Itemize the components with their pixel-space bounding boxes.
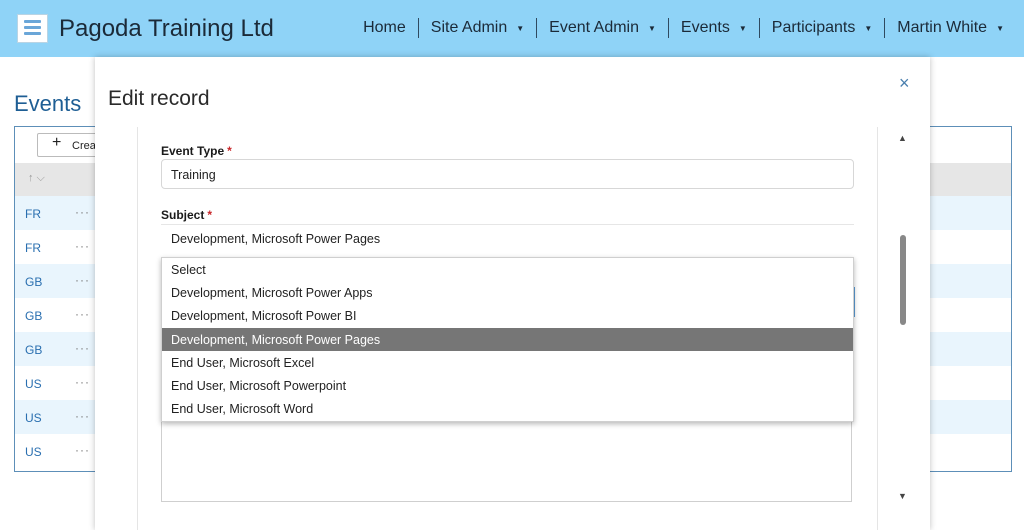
- country-code[interactable]: GB: [25, 343, 42, 357]
- edit-record-dialog: Edit record × ▲ ▼ Event Type * Training S…: [95, 57, 930, 530]
- caret-down-icon: ▼: [864, 23, 873, 33]
- dropdown-option[interactable]: End User, Microsoft Excel: [162, 351, 853, 374]
- more-options-icon[interactable]: ···: [75, 443, 90, 457]
- more-options-icon[interactable]: ···: [75, 307, 90, 321]
- sort-arrow-icon[interactable]: ↑ ⌵: [28, 172, 45, 185]
- nav-event-admin[interactable]: Event Admin ▼: [536, 18, 668, 38]
- country-code[interactable]: US: [25, 445, 42, 459]
- caret-down-icon: ▼: [516, 23, 525, 33]
- required-marker: *: [227, 144, 232, 158]
- dropdown-option[interactable]: Development, Microsoft Power Apps: [162, 281, 853, 304]
- subject-dropdown-list: Select Development, Microsoft Power Apps…: [161, 257, 854, 422]
- pagoda-logo-icon[interactable]: [17, 14, 48, 43]
- close-icon[interactable]: ×: [899, 73, 910, 94]
- more-options-icon[interactable]: ···: [75, 341, 90, 355]
- dropdown-option[interactable]: Development, Microsoft Power BI: [162, 304, 853, 327]
- dropdown-option[interactable]: End User, Microsoft Word: [162, 397, 853, 420]
- country-code[interactable]: GB: [25, 275, 42, 289]
- more-options-icon[interactable]: ···: [75, 409, 90, 423]
- more-options-icon[interactable]: ···: [75, 375, 90, 389]
- scrollbar-thumb[interactable]: [900, 235, 906, 325]
- subject-select[interactable]: Development, Microsoft Power Pages: [171, 232, 380, 246]
- subject-divider: [161, 224, 854, 225]
- country-code[interactable]: US: [25, 377, 42, 391]
- nav-site-admin[interactable]: Site Admin ▼: [417, 18, 536, 38]
- caret-down-icon: ▼: [996, 23, 1004, 33]
- site-title[interactable]: Pagoda Training Ltd: [59, 15, 274, 43]
- caret-down-icon: ▼: [648, 23, 656, 33]
- top-navigation-bar: Pagoda Training Ltd Home Site Admin ▼ Eve…: [0, 0, 1024, 57]
- dropdown-option[interactable]: End User, Microsoft Powerpoint: [162, 374, 853, 397]
- dropdown-option-selected[interactable]: Development, Microsoft Power Pages: [162, 328, 853, 351]
- nav-events[interactable]: Events ▼: [667, 18, 759, 38]
- caret-down-icon: ▼: [738, 23, 747, 33]
- country-code[interactable]: FR: [25, 241, 41, 255]
- page-title: Events: [14, 91, 82, 116]
- event-type-field[interactable]: Training: [161, 159, 854, 189]
- scroll-down-icon[interactable]: ▼: [898, 491, 907, 501]
- more-options-icon[interactable]: ···: [75, 239, 90, 253]
- more-options-icon[interactable]: ···: [75, 205, 90, 219]
- main-nav: Home Site Admin ▼ Event Admin ▼ Events ▼ Pa…: [351, 17, 1016, 39]
- required-marker: *: [207, 208, 213, 222]
- more-options-icon[interactable]: ···: [75, 273, 90, 287]
- nav-home[interactable]: Home: [351, 18, 418, 38]
- nav-user-menu[interactable]: Martin White ▼: [884, 18, 1016, 38]
- dialog-title: Edit record: [108, 87, 210, 110]
- country-code[interactable]: GB: [25, 309, 42, 323]
- country-code[interactable]: FR: [25, 207, 41, 221]
- event-type-label: Event Type *: [161, 144, 232, 158]
- country-code[interactable]: US: [25, 411, 42, 425]
- dropdown-option[interactable]: Select: [162, 258, 853, 281]
- nav-participants[interactable]: Participants ▼: [758, 18, 885, 38]
- plus-icon: +: [52, 134, 62, 151]
- subject-label: Subject *: [161, 208, 213, 222]
- scroll-up-icon[interactable]: ▲: [898, 133, 907, 143]
